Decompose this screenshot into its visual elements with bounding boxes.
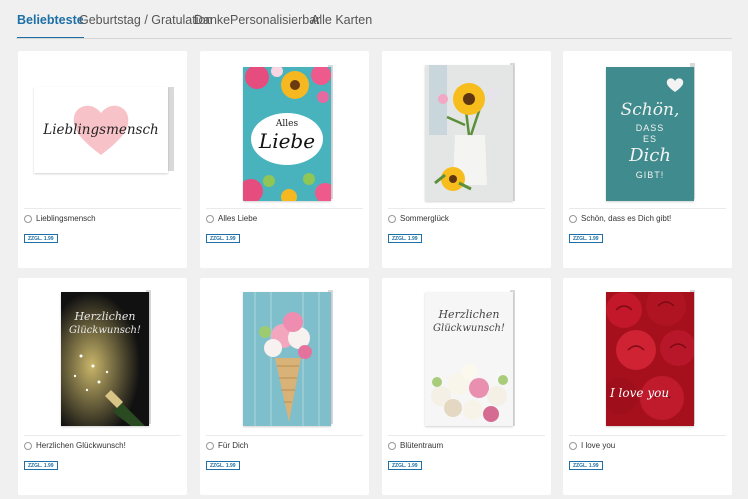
tabs-divider [16, 38, 732, 39]
tab-beliebteste[interactable]: Beliebteste [17, 13, 84, 39]
card-herzlichen-glueckwunsch[interactable]: Herzlichen Glückwunsch! Herzlichen Glück… [18, 278, 187, 495]
price-badge: ZZGL. 1.99 [206, 234, 240, 243]
card-image[interactable]: Lieblingsmensch [18, 51, 187, 207]
card-title: Herzlichen Glückwunsch! [36, 441, 126, 450]
card-title: I love you [581, 441, 616, 450]
select-radio[interactable] [206, 215, 214, 223]
sunflower-vase-photo [425, 65, 513, 201]
price-badge: ZZGL. 1.99 [24, 234, 58, 243]
card-art-line2: Glückwunsch! [69, 325, 141, 336]
card-art-text: I love you [610, 386, 670, 400]
card-image[interactable] [200, 278, 369, 434]
card-art-line1: Herzlichen [74, 310, 136, 323]
card-i-love-you[interactable]: I love you I love you ZZGL. 1.99 [563, 278, 732, 495]
card-fuer-dich[interactable]: Für Dich ZZGL. 1.99 [200, 278, 369, 495]
heart-icon [666, 77, 684, 98]
select-radio[interactable] [569, 215, 577, 223]
card-image[interactable]: Schön, DASS ES Dich GIBT! [563, 51, 732, 207]
card-title: Lieblingsmensch [36, 214, 96, 223]
price-badge: ZZGL. 1.99 [388, 461, 422, 470]
tab-alle-karten[interactable]: Alle Karten [311, 13, 372, 27]
card-image[interactable]: Herzlichen Glückwunsch! [18, 278, 187, 434]
card-alles-liebe[interactable]: Alles Liebe Alles Liebe ZZGL. 1.99 [200, 51, 369, 268]
select-radio[interactable] [24, 215, 32, 223]
card-title: Blütentraum [400, 441, 444, 450]
card-art-line1: Herzlichen [438, 308, 500, 321]
card-art-line4: Dich [629, 145, 671, 166]
price-badge: ZZGL. 1.99 [24, 461, 58, 470]
card-art-line1: Alles [275, 119, 299, 129]
card-image[interactable]: Herzlichen Glückwunsch! [382, 278, 551, 434]
card-image[interactable] [382, 51, 551, 207]
card-title: Schön, dass es Dich gibt! [581, 214, 672, 223]
card-art-line2: DASS [635, 123, 665, 133]
card-image[interactable]: I love you [563, 278, 732, 434]
card-art-line3: ES [642, 134, 657, 144]
red-roses-photo [606, 292, 694, 426]
select-radio[interactable] [569, 442, 577, 450]
price-badge: ZZGL. 1.99 [569, 234, 603, 243]
category-tabs: Beliebteste Geburtstag / Gratulation Dan… [0, 0, 748, 40]
card-art-line2: Glückwunsch! [433, 323, 505, 334]
tab-personalisierbar[interactable]: Personalisierbar [230, 13, 320, 27]
tab-geburtstag-gratulation[interactable]: Geburtstag / Gratulation [79, 13, 212, 27]
price-badge: ZZGL. 1.99 [569, 461, 603, 470]
card-lieblingsmensch[interactable]: Lieblingsmensch Lieblingsmensch ZZGL. 1.… [18, 51, 187, 268]
select-radio[interactable] [206, 442, 214, 450]
tab-danke[interactable]: Danke [194, 13, 230, 27]
card-image[interactable]: Alles Liebe [200, 51, 369, 207]
card-art-line1: Schön, [620, 100, 680, 120]
card-sommerglueck[interactable]: Sommerglück ZZGL. 1.99 [382, 51, 551, 268]
flower-cone-photo [243, 292, 331, 426]
select-radio[interactable] [388, 215, 396, 223]
price-badge: ZZGL. 1.99 [388, 234, 422, 243]
select-radio[interactable] [388, 442, 396, 450]
price-badge: ZZGL. 1.99 [206, 461, 240, 470]
card-bluetentraum[interactable]: Herzlichen Glückwunsch! Blütentraum ZZGL… [382, 278, 551, 495]
card-schoen-dass-es-dich-gibt[interactable]: Schön, DASS ES Dich GIBT! Schön, dass es… [563, 51, 732, 268]
select-radio[interactable] [24, 442, 32, 450]
card-art-text: Lieblingsmensch [43, 122, 159, 138]
card-art-line5: GIBT! [635, 170, 665, 180]
card-art-line2: Liebe [258, 129, 316, 153]
card-title: Alles Liebe [218, 214, 258, 223]
card-title: Für Dich [218, 441, 249, 450]
card-title: Sommerglück [400, 214, 449, 223]
